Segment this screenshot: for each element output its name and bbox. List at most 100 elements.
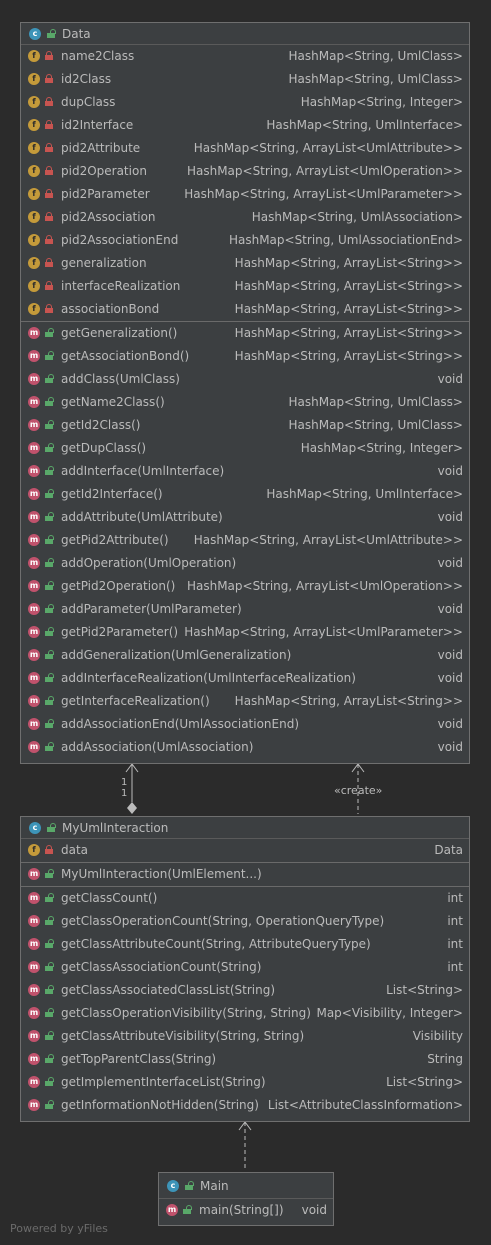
method-row[interactable]: m addAttribute(UmlAttribute) void bbox=[21, 506, 469, 529]
method-row[interactable]: m getId2Interface() HashMap<String, UmlInt… bbox=[21, 483, 469, 506]
method-row[interactable]: m getDupClass() HashMap<String, Integer> bbox=[21, 437, 469, 460]
class-main[interactable]: c Main m main(String[]) void bbox=[158, 1172, 334, 1226]
class-data[interactable]: c Data f name2Class HashMap<String, UmlCla… bbox=[20, 22, 470, 764]
field-name: pid2Association bbox=[61, 210, 156, 224]
field-row[interactable]: f associationBond HashMap<String, ArrayLis… bbox=[21, 298, 469, 321]
method-row[interactable]: m main(String[]) void bbox=[159, 1199, 333, 1222]
method-row[interactable]: m addAssociation(UmlAssociation) void bbox=[21, 736, 469, 759]
field-icon: f bbox=[28, 119, 40, 131]
method-row[interactable]: m getImplementInterfaceList(String) List<S… bbox=[21, 1071, 469, 1094]
method-row[interactable]: m addParameter(UmlParameter) void bbox=[21, 598, 469, 621]
field-type: HashMap<String, ArrayList<UmlAttribute>> bbox=[193, 141, 463, 155]
method-row[interactable]: m getTopParentClass(String) String bbox=[21, 1048, 469, 1071]
public-lock-icon bbox=[45, 696, 54, 705]
method-row[interactable]: m getInterfaceRealization() HashMap<String… bbox=[21, 690, 469, 713]
method-row[interactable]: m getPid2Attribute() HashMap<String, Array… bbox=[21, 529, 469, 552]
method-row[interactable]: m getAssociationBond() HashMap<String, Arr… bbox=[21, 345, 469, 368]
class-title: Main bbox=[200, 1179, 229, 1193]
method-row[interactable]: m getClassAttributeVisibility(String, Str… bbox=[21, 1025, 469, 1048]
method-icon: m bbox=[28, 396, 40, 408]
field-row[interactable]: f interfaceRealization HashMap<String, Arr… bbox=[21, 275, 469, 298]
method-row[interactable]: m MyUmlInteraction(UmlElement...) bbox=[21, 863, 469, 886]
field-icon: f bbox=[28, 96, 40, 108]
method-icon: m bbox=[28, 557, 40, 569]
public-lock-icon bbox=[183, 1205, 192, 1214]
method-row[interactable]: m addAssociationEnd(UmlAssociationEnd) voi… bbox=[21, 713, 469, 736]
powered-by-footer: Powered by yFiles bbox=[10, 1222, 108, 1235]
method-signature: addInterface(UmlInterface) bbox=[61, 464, 225, 478]
method-row[interactable]: m addInterfaceRealization(UmlInterfaceRea… bbox=[21, 667, 469, 690]
private-lock-icon bbox=[45, 845, 53, 854]
field-row[interactable]: f id2Class HashMap<String, UmlClass> bbox=[21, 68, 469, 91]
return-type: Map<Visibility, Integer> bbox=[316, 1006, 463, 1020]
field-row[interactable]: f name2Class HashMap<String, UmlClass> bbox=[21, 45, 469, 68]
method-icon: m bbox=[28, 938, 40, 950]
field-row[interactable]: f pid2Operation HashMap<String, ArrayList<… bbox=[21, 160, 469, 183]
methods-section: m getClassCount() int m getClassOperationCou… bbox=[21, 886, 469, 1117]
method-signature: addAssociationEnd(UmlAssociationEnd) bbox=[61, 717, 300, 731]
method-signature: getClassOperationCount(String, Operation… bbox=[61, 914, 385, 928]
field-type: HashMap<String, ArrayList<UmlOperation>> bbox=[186, 164, 463, 178]
return-type: HashMap<String, ArrayList<UmlOperation>> bbox=[186, 579, 463, 593]
method-icon: m bbox=[28, 892, 40, 904]
public-lock-icon bbox=[45, 512, 54, 521]
class-header: c MyUmlInteraction bbox=[21, 817, 469, 839]
field-row[interactable]: f data Data bbox=[21, 839, 469, 862]
field-row[interactable]: f pid2Parameter HashMap<String, ArrayList<… bbox=[21, 183, 469, 206]
method-row[interactable]: m getClassAttributeCount(String, Attribut… bbox=[21, 933, 469, 956]
field-row[interactable]: f generalization HashMap<String, ArrayList… bbox=[21, 252, 469, 275]
class-icon: c bbox=[29, 28, 41, 40]
return-type: List<String> bbox=[386, 983, 463, 997]
field-row[interactable]: f pid2Attribute HashMap<String, ArrayList<… bbox=[21, 137, 469, 160]
association-multiplicity-top: 1 bbox=[121, 777, 128, 788]
return-type: void bbox=[437, 510, 463, 524]
field-icon: f bbox=[28, 165, 40, 177]
class-myumlinteraction[interactable]: c MyUmlInteraction f data Data m MyUmlInter… bbox=[20, 816, 470, 1122]
method-row[interactable]: m getClassAssociationCount(String) int bbox=[21, 956, 469, 979]
method-row[interactable]: m getClassAssociatedClassList(String) List… bbox=[21, 979, 469, 1002]
public-lock-icon bbox=[45, 650, 54, 659]
return-type: int bbox=[447, 960, 463, 974]
field-row[interactable]: f pid2AssociationEnd HashMap<String, UmlAs… bbox=[21, 229, 469, 252]
return-type: List<String> bbox=[386, 1075, 463, 1089]
return-type: void bbox=[437, 740, 463, 754]
fields-section: f data Data bbox=[21, 839, 469, 862]
field-row[interactable]: f id2Interface HashMap<String, UmlInterfac… bbox=[21, 114, 469, 137]
return-type: HashMap<String, UmlInterface> bbox=[266, 487, 463, 501]
return-type: HashMap<String, UmlClass> bbox=[288, 418, 464, 432]
return-type: HashMap<String, ArrayList<String>> bbox=[234, 349, 463, 363]
method-row[interactable]: m addClass(UmlClass) void bbox=[21, 368, 469, 391]
method-row[interactable]: m getInformationNotHidden(String) List<Att… bbox=[21, 1094, 469, 1117]
method-row[interactable]: m addGeneralization(UmlGeneralization) voi… bbox=[21, 644, 469, 667]
return-type: void bbox=[437, 602, 463, 616]
method-signature: getClassAssociatedClassList(String) bbox=[61, 983, 276, 997]
field-row[interactable]: f pid2Association HashMap<String, UmlAssoc… bbox=[21, 206, 469, 229]
class-header: c Main bbox=[159, 1173, 333, 1199]
method-signature: getPid2Attribute() bbox=[61, 533, 169, 547]
method-row[interactable]: m getClassOperationCount(String, Operatio… bbox=[21, 910, 469, 933]
field-type: HashMap<String, UmlAssociationEnd> bbox=[228, 233, 463, 247]
method-row[interactable]: m addOperation(UmlOperation) void bbox=[21, 552, 469, 575]
method-icon: m bbox=[28, 718, 40, 730]
field-row[interactable]: f dupClass HashMap<String, Integer> bbox=[21, 91, 469, 114]
method-row[interactable]: m getId2Class() HashMap<String, UmlClass> bbox=[21, 414, 469, 437]
return-type: HashMap<String, Integer> bbox=[300, 441, 463, 455]
method-row[interactable]: m getGeneralization() HashMap<String, Arra… bbox=[21, 322, 469, 345]
method-row[interactable]: m getClassCount() int bbox=[21, 887, 469, 910]
public-lock-icon bbox=[45, 604, 54, 613]
return-type: HashMap<String, ArrayList<String>> bbox=[234, 694, 463, 708]
method-icon: m bbox=[28, 373, 40, 385]
method-signature: getClassAssociationCount(String) bbox=[61, 960, 262, 974]
method-row[interactable]: m getClassOperationVisibility(String, Str… bbox=[21, 1002, 469, 1025]
field-name: dupClass bbox=[61, 95, 116, 109]
field-type: HashMap<String, UmlClass> bbox=[288, 49, 464, 63]
method-row[interactable]: m addInterface(UmlInterface) void bbox=[21, 460, 469, 483]
field-name: id2Class bbox=[61, 72, 112, 86]
method-row[interactable]: m getPid2Operation() HashMap<String, Array… bbox=[21, 575, 469, 598]
field-type: HashMap<String, UmlAssociation> bbox=[251, 210, 463, 224]
method-row[interactable]: m getName2Class() HashMap<String, UmlClass… bbox=[21, 391, 469, 414]
field-name: associationBond bbox=[61, 302, 160, 316]
method-row[interactable]: m getPid2Parameter() HashMap<String, Array… bbox=[21, 621, 469, 644]
field-name: pid2Operation bbox=[61, 164, 147, 178]
method-icon: m bbox=[28, 1053, 40, 1065]
